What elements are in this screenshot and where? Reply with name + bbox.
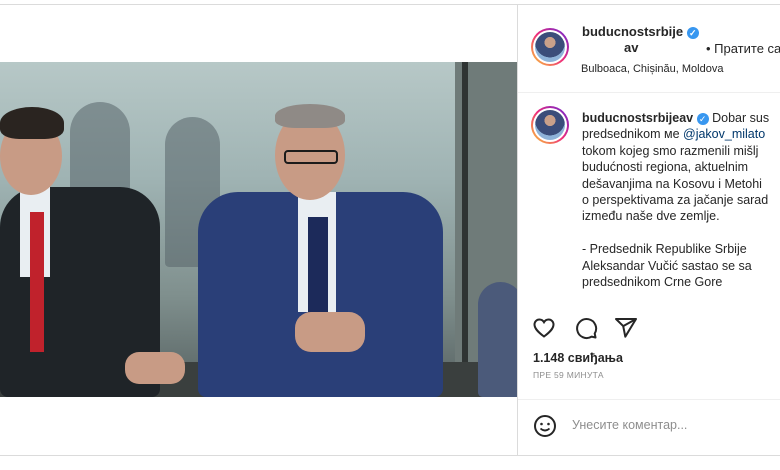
follow-button[interactable]: • Пратите са [706,41,780,56]
heart-icon[interactable] [532,316,556,340]
caption-username[interactable]: buducnostsrbijeav [582,111,693,125]
photo-left-person-hair [0,107,64,139]
photo-left-person-hands [125,352,185,384]
author-avatar[interactable] [531,28,569,66]
panel-divider [517,4,518,456]
caption-text-start: Dobar sus [708,111,770,125]
header-divider [518,92,780,93]
author-username-text[interactable]: buducnostsrbije [582,24,683,39]
author-username-continued[interactable]: av [582,40,699,56]
post-caption: buducnostsrbijeav ✓ Dobar sus predsednik… [582,110,780,302]
photo-right-person-partial [478,282,517,397]
post-photo[interactable] [0,62,517,397]
post-timestamp[interactable]: ПРЕ 59 МИНУТА [533,370,604,380]
share-icon[interactable] [614,316,638,340]
verified-badge-icon: ✓ [686,26,699,39]
post-location[interactable]: Bulboaca, Chișinău, Moldova [581,63,723,75]
verified-badge-icon: ✓ [696,112,709,125]
comment-input[interactable] [572,418,772,432]
photo-center-person-hair [275,104,345,128]
caption-text-line2: predsednikom ме [582,127,684,142]
author-username[interactable]: buducnostsrbije ✓ av [582,24,699,56]
caption-mention-link[interactable]: @jakov_milato [683,127,765,141]
comment-icon[interactable] [574,316,598,340]
photo-left-person-tie [30,212,44,352]
caption-avatar[interactable] [531,106,569,144]
likes-count[interactable]: 1.148 свиђања [533,351,623,365]
footer-divider [518,399,780,400]
avatar-image [535,110,565,140]
caption-text-rest: tokom kojeg smo razmenili mišlj budućnos… [582,143,769,290]
photo-center-person-glasses [284,150,338,164]
photo-center-person-hands [295,312,365,352]
avatar-image [535,32,565,62]
emoji-icon[interactable] [533,414,557,438]
photo-pillar [462,62,468,397]
